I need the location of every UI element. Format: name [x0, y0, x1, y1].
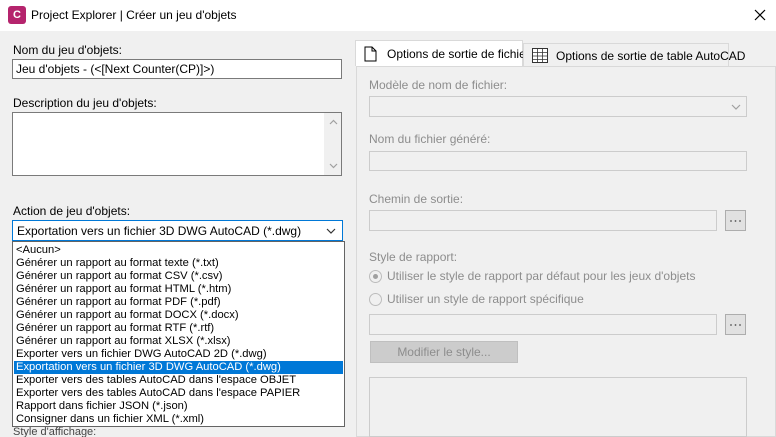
radio-specific-style[interactable] — [369, 293, 382, 306]
document-icon — [364, 46, 377, 62]
description-scrollbar[interactable] — [324, 113, 341, 175]
radio-default-style[interactable] — [369, 270, 382, 283]
tab-file-output-label: Options de sortie de fichier — [387, 47, 530, 61]
action-combobox[interactable]: Exportation vers un fichier 3D DWG AutoC… — [12, 220, 343, 241]
output-path-input[interactable] — [369, 210, 717, 231]
description-label: Description du jeu d'objets: — [13, 96, 157, 110]
generated-filename-field — [369, 151, 747, 171]
specific-style-input[interactable] — [369, 314, 717, 335]
list-item-selected[interactable]: Exportation vers un fichier 3D DWG AutoC… — [14, 361, 343, 374]
scroll-down-icon[interactable] — [329, 161, 338, 170]
radio-default-style-label: Utiliser le style de rapport par défaut … — [387, 269, 696, 283]
list-item[interactable]: Exporter vers des tables AutoCAD dans l'… — [14, 374, 343, 387]
tab-autocad-table[interactable]: Options de sortie de table AutoCAD — [523, 43, 745, 67]
list-item[interactable]: Générer un rapport au format DOCX (*.doc… — [14, 309, 343, 322]
radio-specific-style-label: Utiliser un style de rapport spécifique — [387, 292, 584, 306]
app-icon: C — [8, 6, 26, 24]
close-button[interactable] — [748, 3, 772, 27]
list-item[interactable]: Générer un rapport au format CSV (*.csv) — [14, 270, 343, 283]
list-item[interactable]: Générer un rapport au format RTF (*.rtf) — [14, 322, 343, 335]
list-item[interactable]: Générer un rapport au format HTML (*.htm… — [14, 283, 343, 296]
action-label: Action de jeu d'objets: — [13, 204, 131, 218]
list-item[interactable]: Générer un rapport au format PDF (*.pdf) — [14, 296, 343, 309]
tab-autocad-table-label: Options de sortie de table AutoCAD — [556, 49, 746, 63]
action-selected-value: Exportation vers un fichier 3D DWG AutoC… — [17, 224, 302, 238]
output-path-label: Chemin de sortie: — [369, 192, 464, 206]
browse-style-button[interactable] — [725, 314, 746, 335]
modify-style-button[interactable]: Modifier le style... — [370, 341, 518, 363]
style-preview-box — [369, 377, 747, 437]
list-item[interactable]: Exporter vers des tables AutoCAD dans l'… — [14, 387, 343, 400]
close-icon — [754, 9, 766, 21]
list-item[interactable]: Rapport dans fichier JSON (*.json) — [14, 400, 343, 413]
report-style-label: Style de rapport: — [369, 250, 458, 264]
ellipsis-icon — [730, 324, 741, 326]
list-item[interactable]: <Aucun> — [14, 244, 343, 257]
display-style-label: Style d'affichage: — [13, 426, 97, 437]
radio-selected-dot — [373, 274, 378, 279]
scroll-up-icon[interactable] — [329, 118, 338, 127]
browse-path-button[interactable] — [725, 210, 746, 231]
list-item[interactable]: Générer un rapport au format XLSX (*.xls… — [14, 335, 343, 348]
name-input[interactable]: Jeu d'objets - (<[Next Counter(CP)]>) — [12, 59, 342, 79]
list-item[interactable]: Consigner dans un fichier XML (*.xml) — [14, 413, 343, 426]
window-title: Project Explorer | Créer un jeu d'objets — [31, 8, 237, 22]
name-label: Nom du jeu d'objets: — [13, 43, 123, 57]
table-icon — [532, 48, 548, 63]
template-combobox[interactable] — [369, 96, 747, 117]
description-textarea[interactable] — [12, 112, 342, 176]
list-item[interactable]: Exporter vers un fichier DWG AutoCAD 2D … — [14, 348, 343, 361]
action-dropdown-list[interactable]: <Aucun> Générer un rapport au format tex… — [12, 241, 345, 427]
title-bar: C Project Explorer | Créer un jeu d'obje… — [0, 0, 776, 31]
chevron-down-icon — [731, 104, 741, 110]
chevron-down-icon — [326, 228, 336, 234]
template-label: Modèle de nom de fichier: — [369, 78, 508, 92]
tab-file-output[interactable]: Options de sortie de fichier — [355, 40, 530, 66]
list-item[interactable]: Générer un rapport au format texte (*.tx… — [14, 257, 343, 270]
ellipsis-icon — [730, 220, 741, 222]
generated-label: Nom du fichier généré: — [369, 132, 491, 146]
